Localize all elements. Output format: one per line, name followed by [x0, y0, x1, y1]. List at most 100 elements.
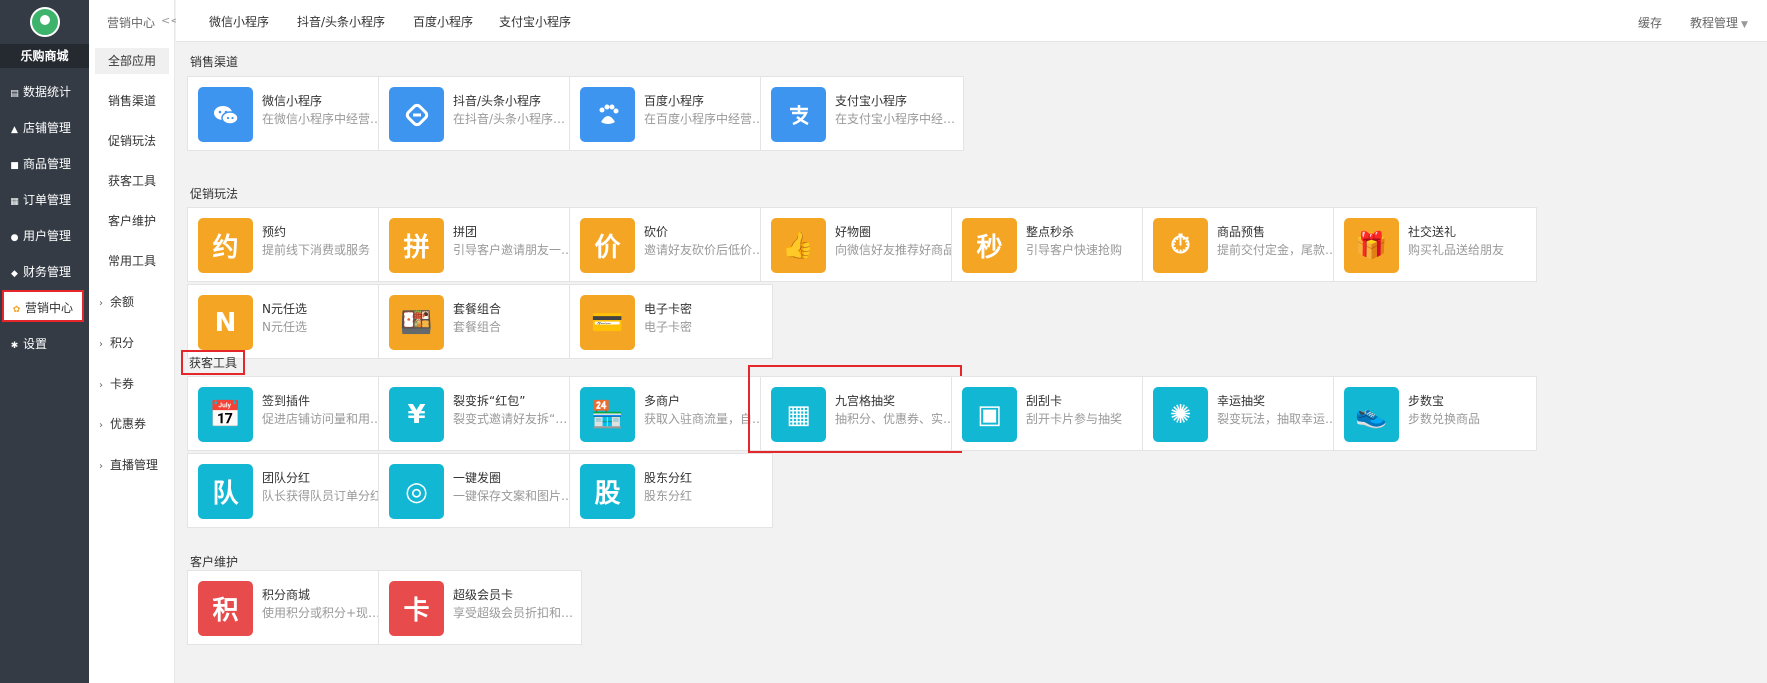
secondary-sidebar: 营销中心 << 全部应用 销售渠道 促销玩法 获客工具 客户维护 常用工具 › 余…	[89, 0, 179, 683]
tab-wechat[interactable]: 微信小程序	[209, 13, 269, 30]
card-title: 一键发圈	[453, 471, 502, 485]
app-card-bargain[interactable]: 价 砍价 邀请好友砍价后低价购买	[569, 207, 773, 282]
subnav-item-common-tools[interactable]: 常用工具	[95, 248, 169, 274]
card-title: 股东分红	[644, 471, 693, 485]
checkin-icon: 📅	[198, 387, 253, 442]
subnav-group-live[interactable]: › 直播管理	[99, 455, 158, 475]
main-sidebar: 乐购商城 ▤ 数据统计 ▲ 店铺管理 ■ 商品管理 ▦ 订单管理 ● 用户管理 ◆ 财务管理…	[0, 0, 89, 683]
app-card-vip-card[interactable]: 卡 超级会员卡 享受超级会员折扣和权益	[378, 570, 582, 645]
app-card-baidu[interactable]: 百度小程序 在百度小程序中经营店铺	[569, 76, 773, 151]
app-card-lucky-wheel[interactable]: ✺ 幸运抽奖 裂变玩法，抽取幸运奖品	[1142, 376, 1346, 451]
card-desc: 向微信好友推荐好商品	[835, 243, 956, 257]
app-card-presale[interactable]: ⏱ 商品预售 提前交付定金，尾款后付	[1142, 207, 1346, 282]
order-icon: ▦	[10, 197, 19, 207]
chevron-right-icon: ›	[99, 420, 103, 431]
app-card-ecard[interactable]: 💳 电子卡密 电子卡密	[569, 284, 773, 359]
app-card-checkin[interactable]: 📅 签到插件 促进店铺访问量和用户活跃	[187, 376, 391, 451]
card-title: 套餐组合	[453, 302, 502, 316]
card-desc: 提前线下消费或服务	[262, 243, 371, 257]
card-desc: 购买礼品送给朋友	[1408, 243, 1505, 257]
card-desc: 队长获得队员订单分红	[262, 489, 383, 503]
app-card-reserve[interactable]: 约 预约 提前线下消费或服务	[187, 207, 391, 282]
card-desc: 套餐组合	[453, 320, 502, 334]
card-desc: 在百度小程序中经营店铺	[644, 112, 768, 126]
section-title-sales: 销售渠道	[190, 55, 239, 69]
subnav-item-acquisition[interactable]: 获客工具	[95, 168, 169, 194]
app-card-flash-sale[interactable]: 秒 整点秒杀 引导客户快速抢购	[951, 207, 1155, 282]
shop-name: 乐购商城	[0, 44, 89, 68]
app-card-n-yuan[interactable]: N N元任选 N元任选	[187, 284, 391, 359]
nav-item-users[interactable]: ● 用户管理	[0, 220, 89, 252]
card-title: 微信小程序	[262, 94, 323, 108]
card-desc: 在微信小程序中经营店铺	[262, 112, 386, 126]
shareholder-icon: 股	[580, 464, 635, 519]
wechat-icon	[198, 87, 253, 142]
scratch-card-icon: ▣	[962, 387, 1017, 442]
app-card-douyin[interactable]: 抖音/头条小程序 在抖音/头条小程序中经营店铺	[378, 76, 582, 151]
chart-icon: ▤	[10, 89, 19, 99]
subnav-group-points[interactable]: › 积分	[99, 333, 134, 353]
nav-item-finance[interactable]: ◆ 财务管理	[0, 256, 89, 288]
gear-icon: ✱	[10, 341, 19, 351]
subnav-item-sales-channel[interactable]: 销售渠道	[95, 88, 169, 114]
user-icon: ●	[10, 233, 19, 243]
subnav-group-cards[interactable]: › 卡券	[99, 374, 134, 394]
card-desc: 步数兑换商品	[1408, 412, 1481, 426]
nav-item-orders[interactable]: ▦ 订单管理	[0, 184, 89, 216]
app-card-wechat[interactable]: 微信小程序 在微信小程序中经营店铺	[187, 76, 391, 151]
ecard-icon: 💳	[580, 295, 635, 350]
app-card-team-bonus[interactable]: 队 团队分红 队长获得队员订单分红	[187, 453, 391, 528]
app-card-red-packet[interactable]: ¥ 裂变拆“红包” 裂变式邀请好友拆“红包”	[378, 376, 582, 451]
app-card-good-circle[interactable]: 👍 好物圈 向微信好友推荐好商品	[760, 207, 964, 282]
app-card-combo[interactable]: 🍱 套餐组合 套餐组合	[378, 284, 582, 359]
chevron-right-icon: ›	[99, 339, 103, 350]
app-card-gift[interactable]: 🎁 社交送礼 购买礼品送给朋友	[1333, 207, 1537, 282]
cache-button[interactable]: 缓存	[1638, 14, 1662, 31]
subnav-group-coupons[interactable]: › 优惠券	[99, 414, 146, 434]
app-card-points-mall[interactable]: 积 积分商城 使用积分或积分+现金兑换商品	[187, 570, 391, 645]
nav-item-settings[interactable]: ✱ 设置	[0, 328, 89, 360]
section-title-acquisition: 获客工具	[181, 350, 246, 375]
app-card-multi-store[interactable]: 🏪 多商户 获取入驻商流量，自营多商户	[569, 376, 773, 451]
subnav-title: 营销中心	[107, 16, 156, 30]
highlight-box	[748, 365, 962, 453]
card-desc: 引导客户快速抢购	[1026, 243, 1123, 257]
tab-alipay[interactable]: 支付宝小程序	[499, 13, 571, 30]
app-card-scratch[interactable]: ▣ 刮刮卡 刮开卡片参与抽奖	[951, 376, 1155, 451]
nav-item-goods[interactable]: ■ 商品管理	[0, 148, 89, 180]
card-desc: N元任选	[262, 320, 307, 334]
red-packet-icon: ¥	[389, 387, 444, 442]
baidu-icon	[580, 87, 635, 142]
nav-item-marketing[interactable]: ✿ 营销中心	[2, 290, 84, 322]
tab-baidu[interactable]: 百度小程序	[413, 13, 473, 30]
subnav-item-promotion[interactable]: 促销玩法	[95, 128, 169, 154]
card-desc: 邀请好友砍价后低价购买	[644, 243, 768, 257]
subnav-group-balance[interactable]: › 余额	[99, 292, 134, 312]
app-card-group-buy[interactable]: 拼 拼团 引导客户邀请朋友一起拼团购买	[378, 207, 582, 282]
app-card-step-treasure[interactable]: 👟 步数宝 步数兑换商品	[1333, 376, 1537, 451]
moments-icon: ◎	[389, 464, 444, 519]
marketing-icon: ✿	[12, 305, 21, 315]
card-desc: 一键保存文案和图片发朋友圈	[453, 489, 577, 503]
subnav-item-retention[interactable]: 客户维护	[95, 208, 169, 234]
chevron-right-icon: ›	[99, 461, 103, 472]
card-title: 签到插件	[262, 394, 311, 408]
nav-item-statistics[interactable]: ▤ 数据统计	[0, 76, 89, 108]
main-content: 销售渠道 微信小程序 在微信小程序中经营店铺 抖音/头条小程序 在抖音/头条小程…	[176, 43, 1767, 683]
app-card-shareholder[interactable]: 股 股东分红 股东分红	[569, 453, 773, 528]
card-title: 刮刮卡	[1026, 394, 1063, 408]
flash-sale-icon: 秒	[962, 218, 1017, 273]
card-desc: 提前交付定金，尾款后付	[1217, 243, 1341, 257]
card-title: 幸运抽奖	[1217, 394, 1266, 408]
subnav-item-all-apps[interactable]: 全部应用	[95, 48, 169, 74]
tab-douyin[interactable]: 抖音/头条小程序	[297, 13, 385, 30]
team-bonus-icon: 队	[198, 464, 253, 519]
app-card-moments[interactable]: ◎ 一键发圈 一键保存文案和图片发朋友圈	[378, 453, 582, 528]
nav-item-store[interactable]: ▲ 店铺管理	[0, 112, 89, 144]
card-title: 裂变拆“红包”	[453, 394, 526, 408]
app-card-alipay[interactable]: 支付宝小程序 在支付宝小程序中经营店铺	[760, 76, 964, 151]
shop-logo-icon	[29, 7, 60, 37]
card-desc: 股东分红	[644, 489, 693, 503]
tutorial-menu[interactable]: 教程管理 ▼	[1690, 14, 1748, 31]
card-title: 好物圈	[835, 225, 872, 239]
